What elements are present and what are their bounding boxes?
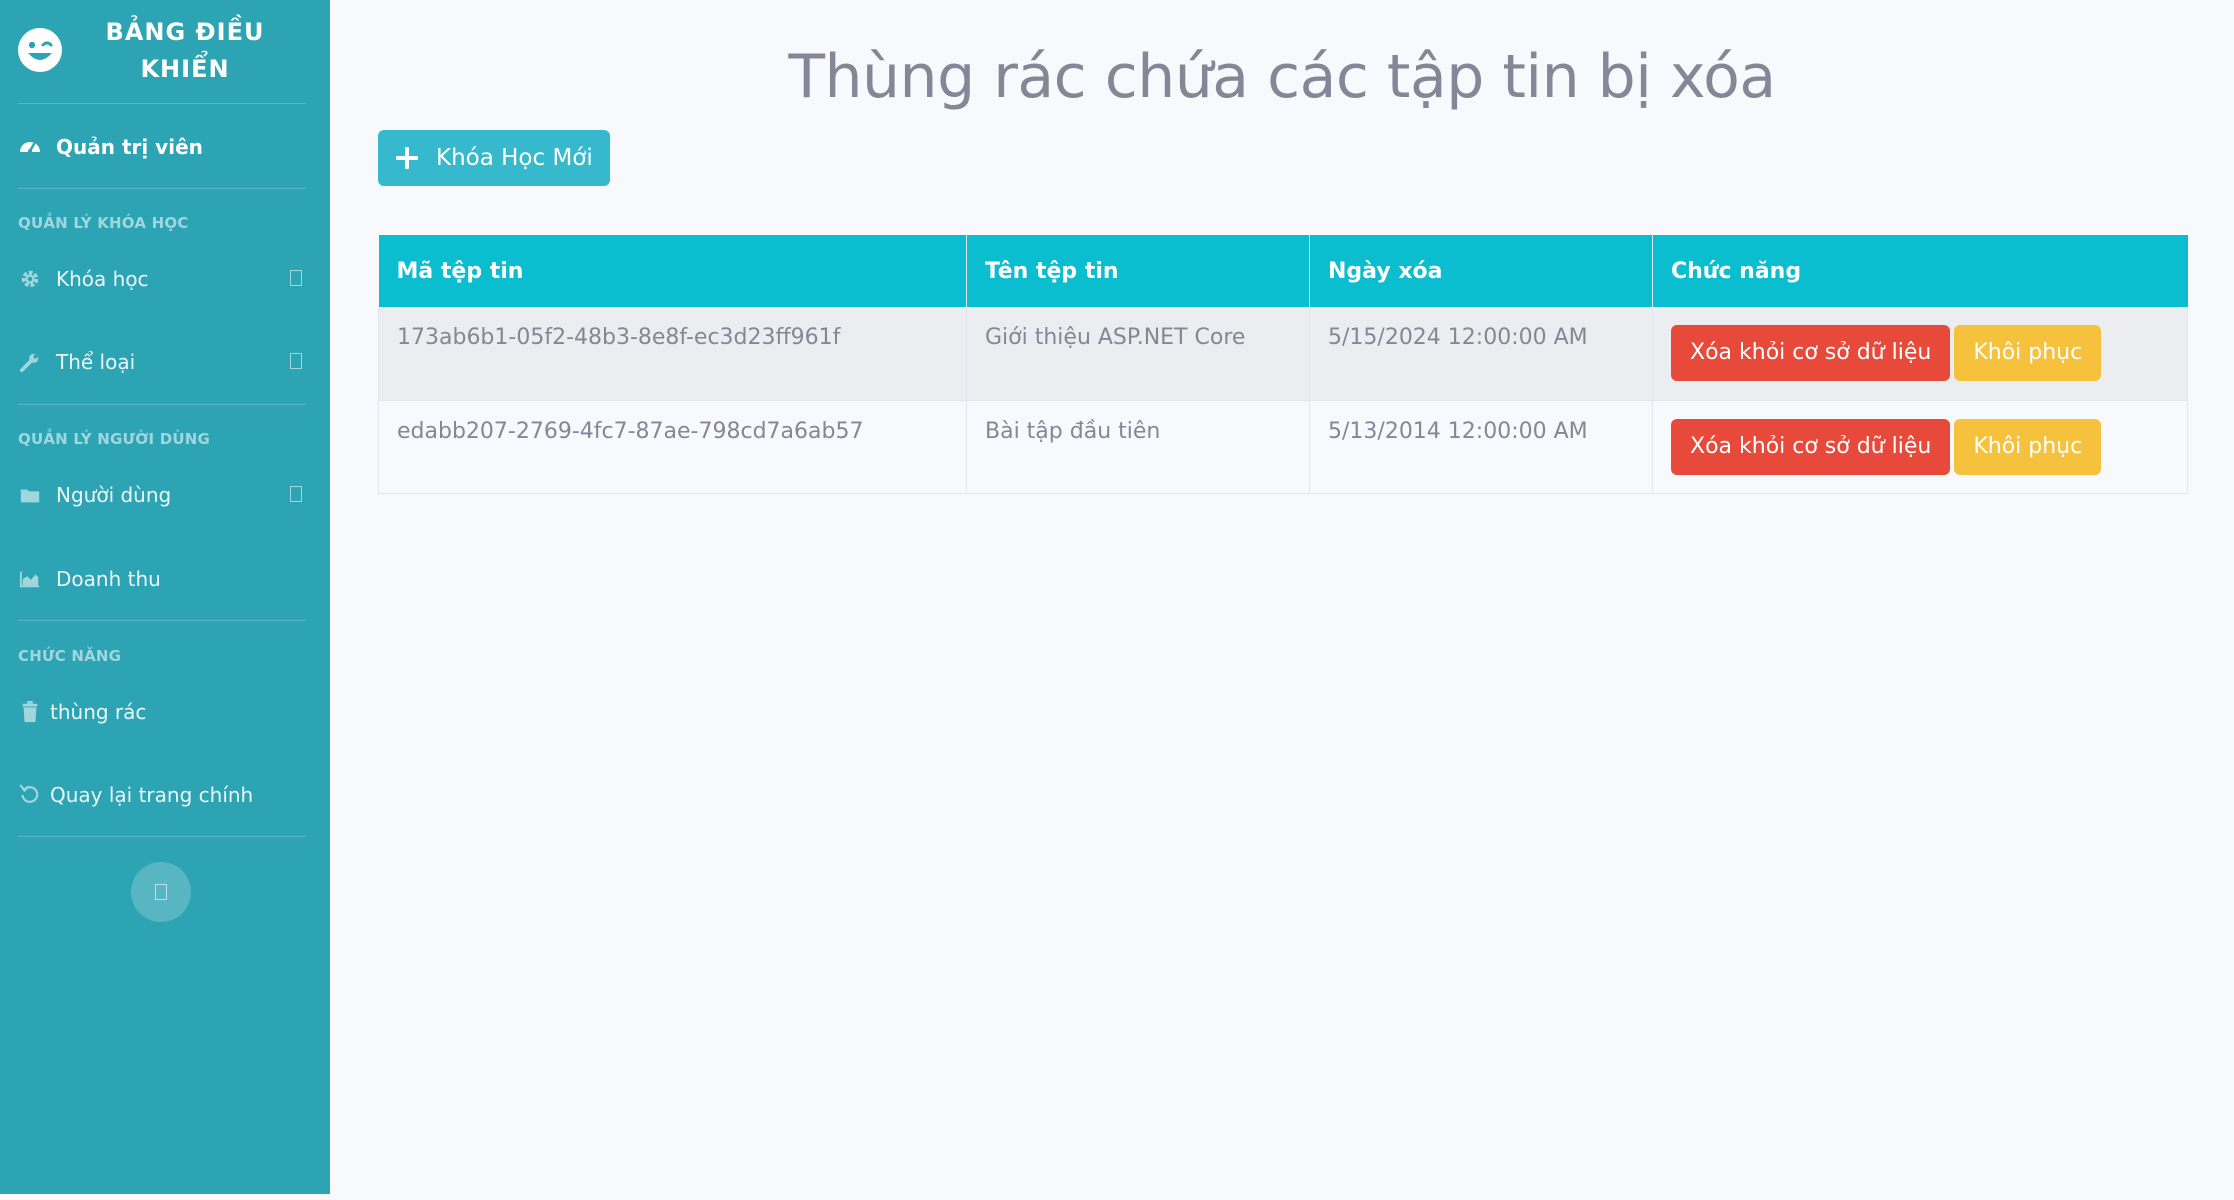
cell-file-name: Bài tập đầu tiên: [966, 400, 1310, 494]
sidebar-item-revenue[interactable]: Doanh thu: [0, 549, 330, 609]
cell-file-name: Giới thiệu ASP.NET Core: [966, 307, 1310, 401]
sidebar-item-label: Người dùng: [56, 483, 172, 507]
table-row: edabb207-2769-4fc7-87ae-798cd7a6ab57 Bài…: [378, 400, 2188, 494]
page-title: Thùng rác chứa các tập tin bị xóa: [788, 42, 1776, 112]
cell-file-id: 173ab6b1-05f2-48b3-8e8f-ec3d23ff961f: [378, 307, 967, 401]
undo-icon: [18, 783, 42, 807]
cell-deleted-date: 5/15/2024 12:00:00 AM: [1309, 307, 1653, 401]
folder-icon: [18, 483, 42, 507]
column-header-deleted-date: Ngày xóa: [1309, 235, 1653, 307]
sidebar-divider: [18, 103, 306, 104]
restore-button[interactable]: Khôi phục: [1954, 418, 2102, 475]
cell-actions: Xóa khỏi cơ sở dữ liệu Khôi phục: [1652, 400, 2188, 494]
section-heading-courses: QUẢN LÝ KHÓA HỌC: [18, 214, 189, 232]
new-course-button[interactable]: Khóa Học Mới: [378, 130, 610, 186]
cell-actions: Xóa khỏi cơ sở dữ liệu Khôi phục: [1652, 307, 2188, 401]
sidebar-brand[interactable]: BẢNG ĐIỀU KHIỂN: [0, 0, 330, 100]
expand-icon: [290, 486, 302, 502]
gear-icon: [18, 267, 42, 291]
cell-file-id: edabb207-2769-4fc7-87ae-798cd7a6ab57: [378, 400, 967, 494]
tachometer-icon: [18, 135, 42, 159]
sidebar: BẢNG ĐIỀU KHIỂN Quản trị viên QUẢN LÝ KH…: [0, 0, 330, 1194]
sidebar-item-label: Khóa học: [56, 267, 149, 291]
section-heading-functions: CHỨC NĂNG: [18, 647, 122, 665]
delete-permanently-button[interactable]: Xóa khỏi cơ sở dữ liệu: [1671, 418, 1951, 475]
main-content: Thùng rác chứa các tập tin bị xóa Khóa H…: [330, 0, 2234, 1194]
sidebar-item-dashboard[interactable]: Quản trị viên: [0, 117, 330, 177]
restore-button[interactable]: Khôi phục: [1954, 325, 2102, 381]
sidebar-item-users[interactable]: Người dùng: [0, 465, 330, 525]
new-course-label: Khóa Học Mới: [436, 145, 593, 171]
sidebar-divider: [18, 188, 306, 189]
sidebar-item-label: Thể loại: [56, 350, 136, 374]
laugh-wink-icon: [18, 28, 62, 72]
column-header-file-id: Mã tệp tin: [378, 235, 967, 307]
sidebar-item-back[interactable]: Quay lại trang chính: [0, 765, 330, 825]
trash-table-container: Mã tệp tin Tên tệp tin Ngày xóa Chức năn…: [378, 235, 2188, 494]
sidebar-toggle-button[interactable]: [131, 862, 191, 922]
trash-table: Mã tệp tin Tên tệp tin Ngày xóa Chức năn…: [378, 235, 2188, 494]
sidebar-divider: [18, 404, 306, 405]
trash-icon: [18, 700, 42, 724]
table-row: 173ab6b1-05f2-48b3-8e8f-ec3d23ff961f Giớ…: [378, 307, 2188, 401]
chevron-left-icon: [155, 884, 167, 900]
wrench-icon: [18, 350, 42, 374]
plus-icon: [396, 147, 418, 169]
sidebar-item-categories[interactable]: Thể loại: [0, 332, 330, 392]
sidebar-divider: [18, 836, 306, 837]
section-heading-users: QUẢN LÝ NGƯỜI DÙNG: [18, 430, 211, 448]
cell-deleted-date: 5/13/2014 12:00:00 AM: [1309, 400, 1653, 494]
sidebar-item-trash[interactable]: thùng rác: [0, 682, 330, 742]
app-root: BẢNG ĐIỀU KHIỂN Quản trị viên QUẢN LÝ KH…: [0, 0, 2234, 1200]
sidebar-item-label: thùng rác: [50, 700, 147, 724]
table-header-row: Mã tệp tin Tên tệp tin Ngày xóa Chức năn…: [378, 235, 2188, 307]
delete-permanently-button[interactable]: Xóa khỏi cơ sở dữ liệu: [1671, 325, 1951, 381]
sidebar-item-label: Quản trị viên: [56, 135, 203, 159]
column-header-actions: Chức năng: [1652, 235, 2188, 307]
sidebar-item-courses[interactable]: Khóa học: [0, 249, 330, 309]
sidebar-item-label: Doanh thu: [56, 567, 161, 591]
chart-area-icon: [18, 567, 42, 591]
sidebar-divider: [18, 620, 306, 621]
expand-icon: [290, 270, 302, 286]
brand-text: BẢNG ĐIỀU KHIỂN: [105, 18, 265, 83]
expand-icon: [290, 353, 302, 369]
sidebar-item-label: Quay lại trang chính: [50, 783, 254, 807]
column-header-file-name: Tên tệp tin: [966, 235, 1310, 307]
